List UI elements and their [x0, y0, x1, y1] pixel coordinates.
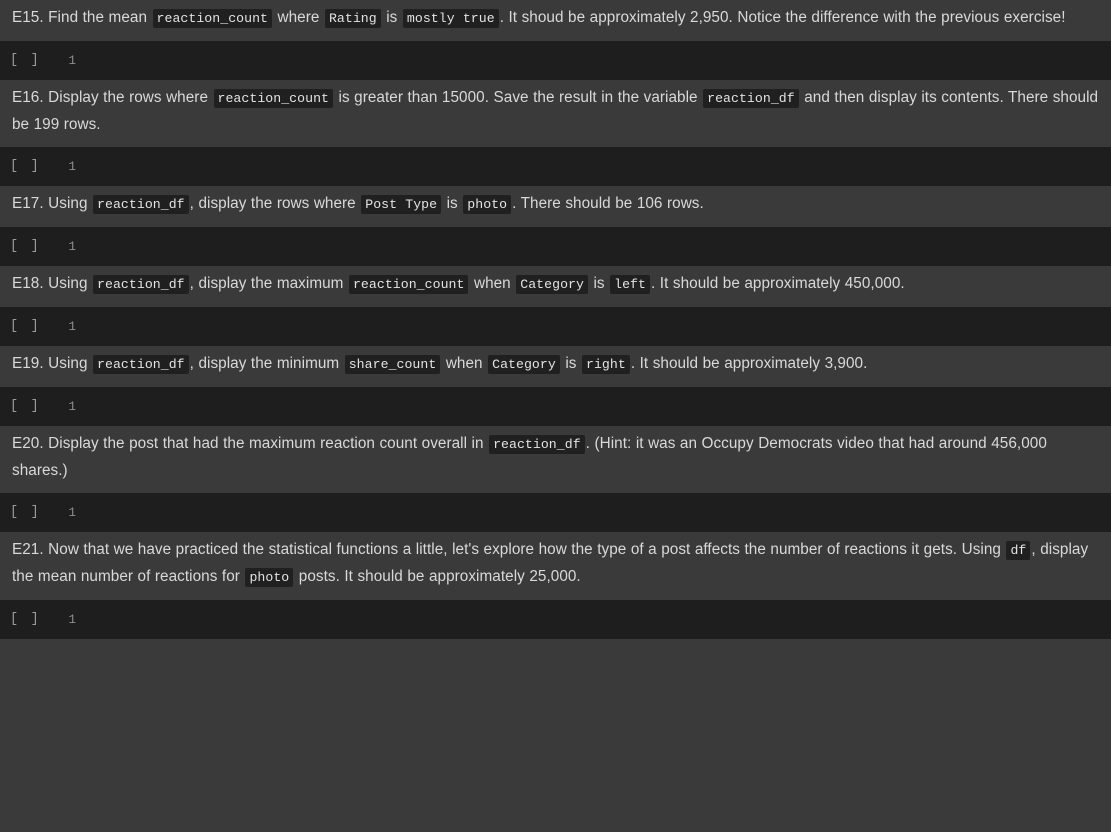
markdown-text-run: is greater than 15000. Save the result i… — [334, 89, 703, 106]
code-line-number: 1 — [68, 612, 76, 627]
code-editor-area[interactable] — [76, 147, 1111, 186]
markdown-text-run: when — [469, 275, 516, 292]
code-line-number: 1 — [68, 159, 76, 174]
inline-code-chip: reaction_df — [93, 355, 189, 374]
markdown-cell-e20[interactable]: E20. Display the post that had the maxim… — [0, 426, 1111, 493]
code-line-number: 1 — [68, 239, 76, 254]
code-cell[interactable]: [ ] 1 — [0, 493, 1111, 532]
markdown-text-run: is — [442, 195, 463, 212]
code-editor-area[interactable] — [76, 493, 1111, 532]
code-editor-area[interactable] — [76, 307, 1111, 346]
inline-code-chip: reaction_count — [348, 275, 469, 294]
markdown-text-run: where — [273, 9, 324, 26]
markdown-text-run: E17. Using — [12, 195, 93, 212]
run-cell-button[interactable]: [ ] — [10, 239, 58, 254]
code-editor-area[interactable] — [76, 227, 1111, 266]
inline-code-chip: Category — [516, 275, 588, 294]
markdown-text-run: . It should be approximately 450,000. — [650, 275, 905, 292]
inline-code-chip: Rating — [324, 9, 381, 28]
markdown-text: E15. Find the mean reaction_count where … — [12, 5, 1099, 32]
code-editor-area[interactable] — [76, 387, 1111, 426]
markdown-cell-e16[interactable]: E16. Display the rows where reaction_cou… — [0, 80, 1111, 147]
markdown-text-run: is — [381, 9, 402, 26]
code-cell[interactable]: [ ] 1 — [0, 600, 1111, 639]
run-cell-button[interactable]: [ ] — [10, 53, 58, 68]
inline-code-chip: reaction_df — [93, 275, 189, 294]
markdown-text-run: E18. Using — [12, 275, 93, 292]
inline-code-chip: df — [1006, 541, 1031, 560]
inline-code-chip: reaction_count — [152, 9, 273, 28]
code-line-number: 1 — [68, 53, 76, 68]
markdown-text: E18. Using reaction_df, display the maxi… — [12, 271, 1099, 298]
code-cell[interactable]: [ ] 1 — [0, 387, 1111, 426]
markdown-text-run: is — [560, 355, 581, 372]
markdown-text-run: posts. It should be approximately 25,000… — [294, 568, 581, 585]
markdown-text-run: E16. Display the rows where — [12, 89, 213, 106]
inline-code-chip: reaction_count — [213, 89, 333, 108]
markdown-text-run: , display the maximum — [189, 275, 348, 292]
code-cell[interactable]: [ ] 1 — [0, 307, 1111, 346]
code-editor-area[interactable] — [76, 600, 1111, 639]
inline-code-chip: reaction_df — [703, 89, 799, 108]
run-cell-button[interactable]: [ ] — [10, 159, 58, 174]
code-line-number: 1 — [68, 399, 76, 414]
markdown-text-run: is — [588, 275, 610, 292]
markdown-cell-e17[interactable]: E17. Using reaction_df, display the rows… — [0, 186, 1111, 227]
markdown-text-run: E20. Display the post that had the maxim… — [12, 435, 489, 452]
markdown-cell-e19[interactable]: E19. Using reaction_df, display the mini… — [0, 346, 1111, 387]
markdown-text-run: when — [441, 355, 488, 372]
markdown-text: E21. Now that we have practiced the stat… — [12, 537, 1099, 591]
inline-code-chip: left — [610, 275, 650, 294]
markdown-cell-e21[interactable]: E21. Now that we have practiced the stat… — [0, 532, 1111, 600]
run-cell-button[interactable]: [ ] — [10, 612, 58, 627]
markdown-text: E19. Using reaction_df, display the mini… — [12, 351, 1099, 378]
inline-code-chip: reaction_df — [489, 435, 585, 454]
code-cell[interactable]: [ ] 1 — [0, 227, 1111, 266]
markdown-text-run: . It should be approximately 3,900. — [630, 355, 868, 372]
notebook-container: E15. Find the mean reaction_count where … — [0, 0, 1111, 639]
code-editor-area[interactable] — [76, 41, 1111, 80]
markdown-text-run: E15. Find the mean — [12, 9, 152, 26]
inline-code-chip: photo — [463, 195, 512, 214]
markdown-text-run: , display the minimum — [189, 355, 344, 372]
inline-code-chip: Post Type — [361, 195, 442, 214]
run-cell-button[interactable]: [ ] — [10, 505, 58, 520]
markdown-text-run: . It shoud be approximately 2,950. Notic… — [499, 9, 1066, 26]
run-cell-button[interactable]: [ ] — [10, 319, 58, 334]
code-line-number: 1 — [68, 319, 76, 334]
code-line-number: 1 — [68, 505, 76, 520]
inline-code-chip: right — [581, 355, 630, 374]
markdown-cell-e18[interactable]: E18. Using reaction_df, display the maxi… — [0, 266, 1111, 307]
markdown-text-run: E19. Using — [12, 355, 93, 372]
run-cell-button[interactable]: [ ] — [10, 399, 58, 414]
inline-code-chip: mostly true — [402, 9, 499, 28]
markdown-text: E20. Display the post that had the maxim… — [12, 431, 1099, 484]
inline-code-chip: Category — [488, 355, 560, 374]
markdown-text: E17. Using reaction_df, display the rows… — [12, 191, 1099, 218]
inline-code-chip: photo — [245, 568, 294, 587]
markdown-cell-e15[interactable]: E15. Find the mean reaction_count where … — [0, 0, 1111, 41]
markdown-text-run: . There should be 106 rows. — [512, 195, 704, 212]
markdown-text-run: E21. Now that we have practiced the stat… — [12, 541, 1006, 558]
markdown-text-run: , display the rows where — [189, 195, 361, 212]
code-cell[interactable]: [ ] 1 — [0, 41, 1111, 80]
markdown-text: E16. Display the rows where reaction_cou… — [12, 85, 1099, 138]
inline-code-chip: share_count — [344, 355, 441, 374]
inline-code-chip: reaction_df — [93, 195, 189, 214]
code-cell[interactable]: [ ] 1 — [0, 147, 1111, 186]
